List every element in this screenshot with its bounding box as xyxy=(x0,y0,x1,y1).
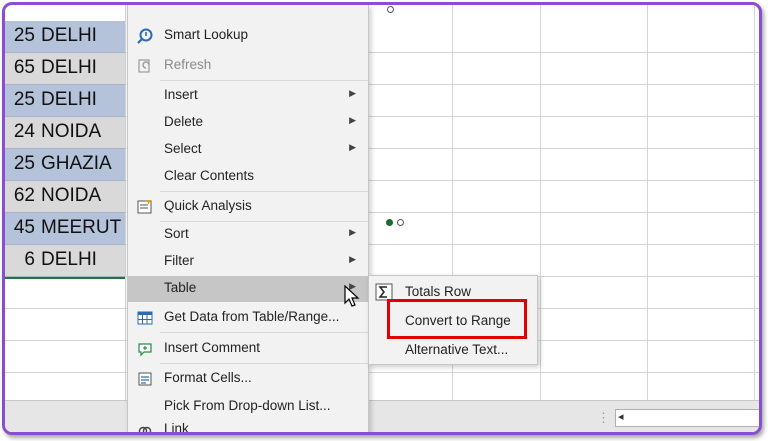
menu-item-label: Get Data from Table/Range... xyxy=(164,309,340,324)
menu-item-link[interactable]: Link xyxy=(128,417,368,435)
cell-city: DELHI xyxy=(41,57,97,78)
table-bottom-border xyxy=(5,277,125,279)
cell-city: DELHI xyxy=(41,249,97,270)
scroll-left-icon[interactable]: ◂ xyxy=(618,410,624,423)
menu-item-label: Refresh xyxy=(164,57,212,72)
menu-item-filter[interactable]: Filter ▶ xyxy=(128,249,368,275)
shape-handle-selected[interactable] xyxy=(386,219,393,226)
excel-window: 25 DELHI 65 DELHI 25 DELHI 24 NOIDA 25 G… xyxy=(2,2,762,435)
table-row[interactable]: 6 DELHI xyxy=(5,245,125,277)
menu-item-quick-analysis[interactable]: Quick Analysis xyxy=(128,194,368,220)
comment-icon xyxy=(138,343,152,357)
menu-separator xyxy=(160,332,368,333)
submenu-arrow-icon: ▶ xyxy=(349,254,356,264)
menu-item-label: Pick From Drop-down List... xyxy=(164,398,331,413)
submenu-item-label: Alternative Text... xyxy=(405,342,509,357)
cell-city: GHAZIA xyxy=(41,153,112,174)
shape-handle[interactable] xyxy=(387,6,394,13)
table-row[interactable]: 45 MEERUT xyxy=(5,213,125,245)
menu-item-label: Table xyxy=(164,280,197,295)
cell-number: 25 xyxy=(13,153,35,174)
smart-lookup-icon xyxy=(137,28,153,44)
table-row[interactable]: 25 GHAZIA xyxy=(5,149,125,181)
cell-number: 24 xyxy=(13,121,35,142)
format-cells-icon xyxy=(138,372,152,386)
cell-number: 25 xyxy=(13,89,35,110)
menu-separator xyxy=(160,363,368,364)
shape-handle[interactable] xyxy=(397,219,404,226)
submenu-arrow-icon: ▶ xyxy=(349,88,356,98)
menu-separator xyxy=(160,80,368,81)
gridline xyxy=(5,372,759,373)
submenu-arrow-icon: ▶ xyxy=(349,227,356,237)
annotation-highlight-box xyxy=(387,299,527,339)
menu-item-smart-lookup[interactable]: Smart Lookup xyxy=(128,23,368,49)
horizontal-scrollbar[interactable]: ◂ xyxy=(615,409,759,427)
menu-item-label: Insert xyxy=(164,87,198,102)
table-row[interactable]: 65 DELHI xyxy=(5,53,125,85)
menu-item-label: Filter xyxy=(164,253,194,268)
submenu-item-label: Totals Row xyxy=(405,284,472,299)
menu-item-sort[interactable]: Sort ▶ xyxy=(128,222,368,248)
cell-city: MEERUT xyxy=(41,217,122,238)
context-menu: Smart Lookup Refresh Insert ▶ Delete ▶ S… xyxy=(127,5,369,435)
menu-item-select[interactable]: Select ▶ xyxy=(128,137,368,163)
table-row[interactable]: 24 NOIDA xyxy=(5,117,125,149)
link-icon xyxy=(138,426,152,432)
submenu-arrow-icon: ▶ xyxy=(349,142,356,152)
submenu-item-alternative-text[interactable]: Alternative Text... xyxy=(369,336,537,364)
cell-city: NOIDA xyxy=(41,121,102,142)
cell-city: DELHI xyxy=(41,25,97,46)
menu-item-clear-contents[interactable]: Clear Contents xyxy=(128,164,368,190)
cell-number: 62 xyxy=(13,185,35,206)
menu-item-label: Select xyxy=(164,141,202,156)
refresh-icon xyxy=(138,59,150,73)
menu-item-format-cells[interactable]: Format Cells... xyxy=(128,366,368,392)
cell-number: 65 xyxy=(13,57,35,78)
menu-item-table[interactable]: Table ▶ xyxy=(128,276,368,302)
resize-grip-icon[interactable]: ⋮ xyxy=(597,410,610,426)
cell-city: NOIDA xyxy=(41,185,102,206)
cell-number: 25 xyxy=(13,25,35,46)
menu-item-label: Smart Lookup xyxy=(164,27,249,42)
menu-item-delete[interactable]: Delete ▶ xyxy=(128,110,368,136)
table-row[interactable]: 25 DELHI xyxy=(5,21,125,53)
menu-item-label: Delete xyxy=(164,114,204,129)
menu-item-label: Insert Comment xyxy=(164,340,261,355)
menu-item-label: Clear Contents xyxy=(164,168,255,183)
menu-item-insert[interactable]: Insert ▶ xyxy=(128,83,368,109)
menu-item-refresh: Refresh xyxy=(128,53,368,79)
cell-city: DELHI xyxy=(41,89,97,110)
menu-item-label: Format Cells... xyxy=(164,370,252,385)
table-row[interactable]: 25 DELHI xyxy=(5,85,125,117)
mouse-cursor-icon xyxy=(344,285,360,307)
submenu-arrow-icon: ▶ xyxy=(349,115,356,125)
menu-item-label: Sort xyxy=(164,226,189,241)
table-data-icon xyxy=(137,311,153,325)
menu-item-label: Link xyxy=(164,421,189,435)
cell-number: 6 xyxy=(24,249,35,270)
table-row[interactable]: 62 NOIDA xyxy=(5,181,125,213)
menu-item-get-data[interactable]: Get Data from Table/Range... xyxy=(128,305,368,331)
menu-separator xyxy=(160,191,368,192)
cell-number: 45 xyxy=(13,217,35,238)
sheet-tabs-bar: ⋮ ◂ xyxy=(5,400,759,432)
quick-analysis-icon xyxy=(137,200,152,214)
menu-item-insert-comment[interactable]: Insert Comment xyxy=(128,336,368,362)
menu-item-label: Quick Analysis xyxy=(164,198,252,213)
